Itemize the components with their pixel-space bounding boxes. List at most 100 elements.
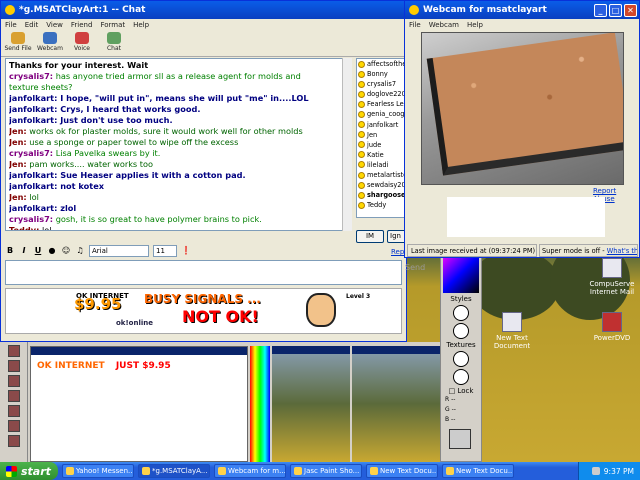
menu-item-format[interactable]: Format (100, 21, 125, 29)
member-list-item[interactable]: Bonny (357, 69, 405, 79)
alert-icon[interactable]: ❗ (181, 246, 191, 255)
menu-item-webcam[interactable]: Webcam (429, 21, 459, 29)
chat-message: Jen: works ok for plaster molds, sure it… (9, 126, 348, 137)
close-button[interactable]: ✕ (624, 4, 637, 17)
textures-swatch[interactable] (453, 351, 469, 367)
member-name: shargoose (367, 191, 406, 200)
taskbar-task[interactable]: Webcam for m... (214, 464, 286, 478)
chat-button[interactable]: Chat (99, 31, 129, 56)
bold-button[interactable]: B (5, 246, 15, 255)
member-list-item[interactable]: lileladi (357, 160, 405, 170)
emoticon-icon[interactable]: ☺ (61, 246, 71, 255)
desktop-wallpaper-tree (470, 250, 560, 320)
psp-tool-icon[interactable] (8, 360, 20, 372)
whats-this-link[interactable]: What's this? (607, 247, 637, 255)
task-label: Yahoo! Messen... (76, 467, 134, 475)
member-name: janfolkart (367, 120, 399, 129)
member-list-item[interactable]: Fearless Le (357, 99, 405, 109)
minimize-button[interactable]: _ (594, 4, 607, 17)
maximize-button[interactable]: □ (609, 4, 622, 17)
lock-checkbox[interactable]: □ Lock (441, 387, 481, 395)
menu-item-file[interactable]: File (409, 21, 421, 29)
taskbar-task[interactable]: Jasc Paint Sho... (290, 464, 362, 478)
chat-titlebar[interactable]: *g.MSATClayArt:1 -- Chat (1, 1, 406, 19)
member-list-item[interactable]: doglove220 (357, 89, 405, 99)
font-size-select[interactable]: 11 (153, 244, 177, 257)
psp-tool-icon[interactable] (8, 375, 20, 387)
psp-color-document[interactable] (250, 346, 270, 462)
tray-icon[interactable] (591, 467, 600, 475)
im-button[interactable]: IM (356, 230, 384, 243)
taskbar-task[interactable]: *g.MSATClayA... (138, 464, 210, 478)
lock-label: Lock (457, 387, 474, 395)
menu-item-view[interactable]: View (46, 21, 63, 29)
member-name: Teddy (367, 201, 387, 210)
chat-log-scrollbar[interactable] (342, 58, 352, 231)
current-color-box[interactable] (449, 429, 471, 449)
psp-tool-icon[interactable] (8, 420, 20, 432)
color-palette-icon[interactable]: ● (47, 246, 57, 255)
psp-wallpaper-document[interactable] (272, 346, 350, 462)
psp-tool-icon[interactable] (8, 345, 20, 357)
member-list-item[interactable]: shargoose (357, 190, 405, 200)
member-list-item[interactable]: Jen (357, 130, 405, 140)
webcam-titlebar[interactable]: Webcam for msatclayart _ □ ✕ (405, 1, 639, 19)
audible-icon[interactable]: ♫ (75, 246, 85, 255)
psp-wallpaper-document[interactable] (352, 346, 442, 462)
chat-message: janfolkart: Sue Heaser applies it with a… (9, 170, 348, 181)
menu-item-friend[interactable]: Friend (71, 21, 93, 29)
desktop-icon-compuserve[interactable]: CompuServe Internet Mail (588, 258, 636, 296)
webcam-button[interactable]: Webcam (35, 31, 65, 56)
member-list-item[interactable]: janfolkart (357, 120, 405, 130)
taskbar-task[interactable]: New Text Docu... (442, 464, 514, 478)
styles-swatch[interactable] (453, 323, 469, 339)
chat-ad-banner[interactable]: OK INTERNET $9.95 ok!online BUSY SIGNALS… (5, 288, 402, 334)
send-button[interactable]: Send (405, 263, 435, 281)
psp-document-screenshot[interactable]: OK INTERNET JUST $9.95 (30, 346, 248, 462)
member-list-item[interactable]: Teddy (357, 200, 405, 210)
webcam-ad-area[interactable] (447, 197, 605, 237)
voice-button[interactable]: Voice (67, 31, 97, 56)
font-select[interactable]: Arial (89, 244, 149, 257)
message-text: pam works.... water works too (26, 159, 154, 169)
message-input[interactable] (5, 260, 402, 285)
member-list-item[interactable]: crysalis7 (357, 79, 405, 89)
member-list-item[interactable]: metalartiste (357, 170, 405, 180)
send-file-button[interactable]: Send File (3, 31, 33, 56)
textures-swatch[interactable] (453, 369, 469, 385)
message-text: I hope, "will put in", means she will pu… (57, 93, 309, 103)
textures-label: Textures (446, 341, 476, 349)
member-list-item[interactable]: affectsofthe (357, 59, 405, 69)
menu-item-edit[interactable]: Edit (25, 21, 39, 29)
report-link[interactable]: Rep (391, 248, 404, 256)
psp-tool-icon[interactable] (8, 405, 20, 417)
start-label: start (21, 464, 51, 478)
taskbar-task[interactable]: New Text Docu... (366, 464, 438, 478)
styles-swatch[interactable] (453, 305, 469, 321)
member-list-item[interactable]: sewdaisy20 (357, 180, 405, 190)
chat-room-member-list[interactable]: affectsofthe Bonny crysalis7 doglove220 Fear… (356, 58, 406, 218)
message-text: has anyone tried armor sll as a release … (53, 71, 301, 81)
color-picker[interactable] (443, 253, 479, 293)
message-author: crysalis7: (9, 214, 54, 224)
desktop-icon-new-text-document[interactable]: New Text Document (488, 312, 536, 350)
psp-ad-text: JUST $9.95 (115, 361, 171, 371)
task-app-icon (446, 467, 454, 475)
member-name: sewdaisy20 (367, 181, 406, 190)
psp-tool-icon[interactable] (8, 435, 20, 447)
taskbar-task[interactable]: Yahoo! Messen... (62, 464, 134, 478)
start-button[interactable]: start (0, 462, 58, 480)
desktop-icon-powerdvd[interactable]: PowerDVD (588, 312, 636, 342)
underline-button[interactable]: U (33, 246, 43, 255)
member-list-item[interactable]: Katie (357, 150, 405, 160)
menu-item-help[interactable]: Help (467, 21, 483, 29)
menu-item-help[interactable]: Help (133, 21, 149, 29)
member-list-item[interactable]: jude (357, 140, 405, 150)
member-list-item[interactable]: genia_coog (357, 109, 405, 119)
menu-item-file[interactable]: File (5, 21, 17, 29)
italic-button[interactable]: I (19, 246, 29, 255)
toolbar-label: Voice (74, 45, 90, 52)
chat-message-log[interactable]: Thanks for your interest. Wait crysalis7:… (5, 58, 352, 231)
message-author: Teddy: (9, 225, 40, 231)
psp-tool-icon[interactable] (8, 390, 20, 402)
